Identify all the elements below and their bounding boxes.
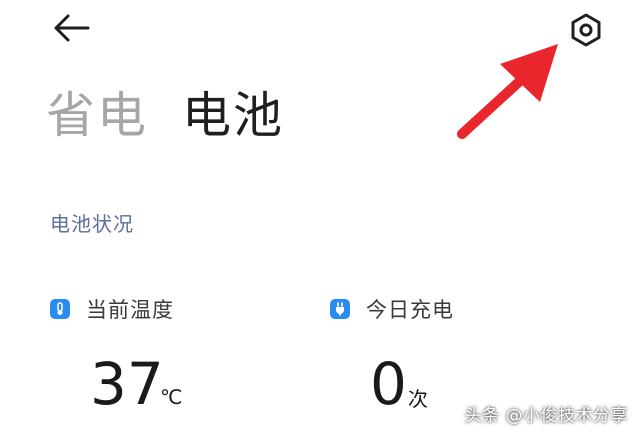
tab-power-saving[interactable]: 省电 <box>46 84 148 148</box>
stat-temperature: 当前温度 <box>50 294 174 324</box>
stat-charge-unit: 次 <box>408 387 428 411</box>
stat-charge-count: 今日充电 <box>330 294 454 324</box>
back-arrow-icon[interactable] <box>50 12 92 44</box>
stat-charge-label: 今日充电 <box>366 298 454 322</box>
tab-battery[interactable]: 电池 <box>182 84 284 148</box>
stat-temperature-value: 37 <box>90 350 164 418</box>
section-title: 电池状况 <box>50 212 134 236</box>
annotation-arrow-icon <box>440 30 570 148</box>
stat-temperature-label: 当前温度 <box>86 298 174 322</box>
gear-icon[interactable] <box>566 10 606 50</box>
watermark: 头条 @小俊技术分享 <box>464 406 628 426</box>
stat-temperature-unit: ℃ <box>160 385 183 409</box>
thermometer-icon <box>50 299 70 319</box>
stat-charge-value: 0 <box>370 350 407 418</box>
plug-icon <box>330 299 350 319</box>
